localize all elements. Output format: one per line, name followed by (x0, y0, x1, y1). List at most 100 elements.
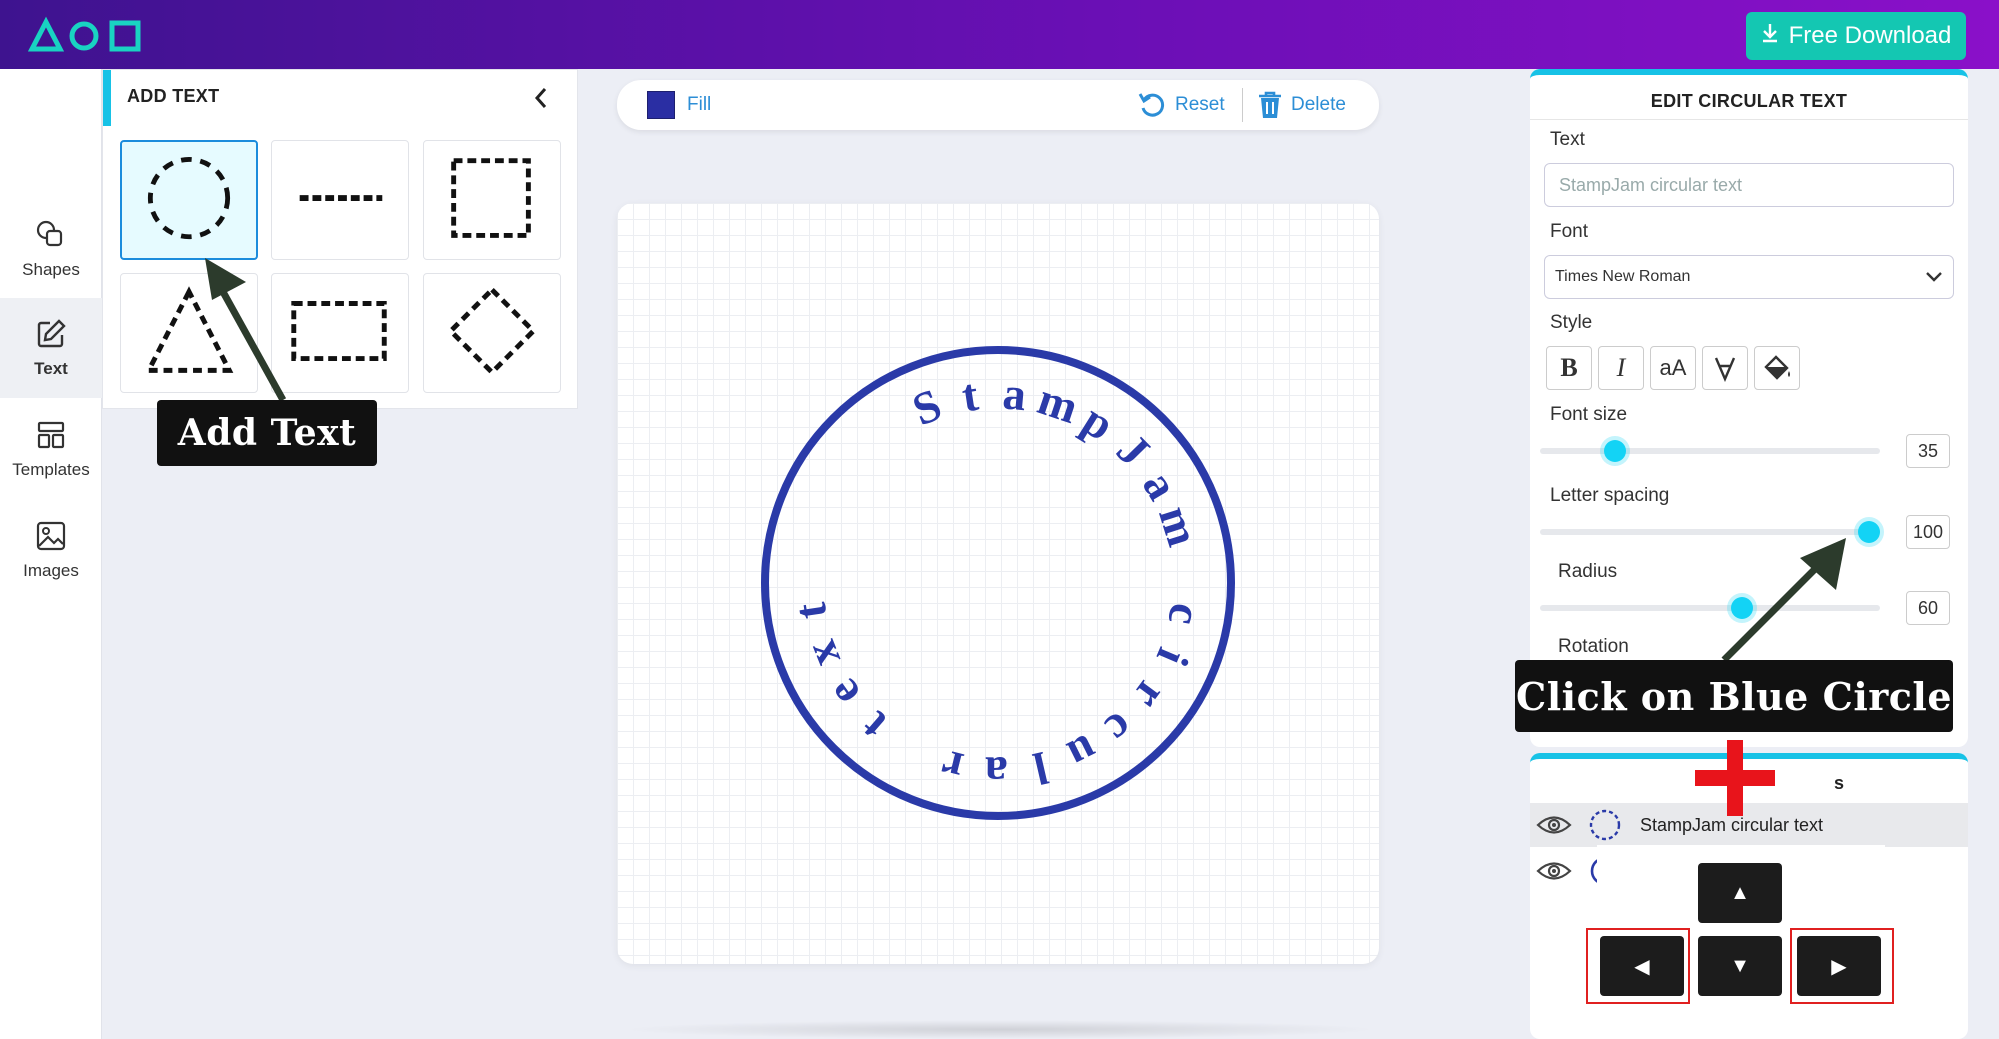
stamp-letter: S (905, 378, 948, 435)
flip-a-icon (1714, 357, 1736, 382)
layer-row[interactable]: StampJam circular text (1530, 803, 1968, 847)
rotation-label: Rotation (1558, 636, 1629, 657)
delete-button[interactable]: Delete (1257, 90, 1346, 120)
panel-accent (103, 70, 111, 126)
style-buttons: B I aA (1546, 346, 1800, 390)
sidebar-item-shapes[interactable]: Shapes (0, 199, 102, 299)
arrow-up-icon: ▲ (1730, 881, 1750, 904)
bold-button[interactable]: B (1546, 346, 1592, 390)
left-sidebar: Shapes Text Templates Images (0, 69, 102, 1039)
stamp-letter: u (1060, 724, 1106, 781)
download-icon (1761, 22, 1779, 51)
stamp-letter: i (1147, 641, 1199, 673)
stamp-letter: t (850, 702, 896, 751)
eye-icon[interactable] (1536, 858, 1572, 884)
font-size-label: Font size (1550, 404, 1628, 425)
radius-label: Radius (1558, 561, 1618, 582)
shape-tile-rectangle[interactable] (271, 273, 409, 393)
paint-bucket-icon (1764, 355, 1790, 380)
slider-knob[interactable] (1858, 521, 1880, 543)
stamp-letter: c (1096, 702, 1144, 754)
stamp-letter: t (959, 369, 982, 422)
stamp-letter: r (1124, 673, 1177, 720)
layer-label: StampJam circular text (1640, 814, 1824, 835)
style-label: Style (1550, 312, 1593, 333)
stamp-outer-ring (761, 346, 1235, 820)
canvas-shadow (620, 1020, 1380, 1039)
fill-label: Fill (687, 94, 712, 115)
sidebar-item-label: Templates (12, 460, 90, 479)
app-logo[interactable] (28, 16, 144, 54)
stamp-letter: l (1029, 742, 1053, 795)
font-label: Font (1550, 221, 1589, 242)
panel-title: ADD TEXT (127, 86, 220, 106)
move-up-button[interactable]: ▲ (1698, 863, 1782, 923)
chevron-down-icon (1926, 272, 1942, 282)
sidebar-item-label: Shapes (22, 260, 80, 279)
templates-icon (37, 421, 65, 449)
annotation-click-blue-circle: Click on Blue Circle (1515, 660, 1953, 732)
arrow-down-icon: ▼ (1730, 954, 1750, 977)
sidebar-item-images[interactable]: Images (0, 500, 102, 600)
panel-title: EDIT CIRCULAR TEXT (1650, 91, 1848, 111)
letter-spacing-label: Letter spacing (1550, 485, 1670, 506)
sidebar-item-label: Text (34, 359, 68, 378)
dashed-diamond-icon (447, 286, 537, 376)
move-down-button[interactable]: ▼ (1698, 936, 1782, 996)
stamp-letter: m (1032, 373, 1085, 434)
sidebar-item-label: Images (23, 561, 79, 580)
dashed-circle-icon (147, 156, 231, 240)
shape-tile-circle[interactable] (120, 140, 258, 260)
eye-icon[interactable] (1536, 812, 1572, 838)
shape-tile-diamond[interactable] (423, 273, 561, 393)
dashed-triangle-icon (144, 286, 234, 373)
free-download-button[interactable]: Free Download (1746, 12, 1966, 60)
reset-button[interactable]: Reset (1137, 90, 1225, 120)
design-canvas[interactable]: StampJamcirculartext (617, 203, 1379, 964)
font-select[interactable]: Times New Roman (1544, 255, 1954, 299)
letter-spacing-value[interactable]: 100 (1906, 515, 1950, 549)
panel-title: s (1833, 773, 1844, 793)
highlight-box-left (1586, 928, 1690, 1004)
flip-text-button[interactable] (1702, 346, 1748, 390)
stamp-letter: a (985, 747, 1008, 798)
trash-icon (1259, 91, 1281, 118)
fill-bucket-button[interactable] (1754, 346, 1800, 390)
reset-label: Reset (1175, 94, 1225, 115)
stamp-letter: e (817, 670, 870, 716)
circular-text-stamp[interactable]: St a mpJamcirculartext (617, 203, 1379, 964)
slider-knob[interactable] (1731, 597, 1753, 619)
stamp-letter: p (1074, 394, 1123, 451)
sidebar-item-templates[interactable]: Templates (0, 399, 102, 499)
edit-text-icon (37, 319, 66, 348)
radius-slider[interactable] (1540, 597, 1880, 619)
shape-tile-square[interactable] (423, 140, 561, 260)
letter-spacing-slider[interactable] (1540, 521, 1880, 543)
dashed-circle-thumbnail-icon (1589, 809, 1621, 841)
stamp-letter: a (1001, 367, 1028, 420)
dashed-rectangle-icon (291, 301, 387, 362)
shape-tile-line[interactable] (271, 140, 409, 260)
edit-circular-text-panel: EDIT CIRCULAR TEXT Text Font Times New R… (1530, 69, 1968, 747)
italic-button[interactable]: I (1598, 346, 1644, 390)
image-icon (36, 521, 66, 551)
font-size-value[interactable]: 35 (1906, 434, 1950, 468)
bold-icon: B (1560, 353, 1578, 382)
canvas-toolbar: Fill Reset Delete (617, 80, 1379, 130)
shape-tile-triangle[interactable] (120, 273, 258, 393)
top-bar: Free Download (0, 0, 1999, 69)
stamp-letter: t (784, 599, 837, 622)
add-text-panel: ADD TEXT (102, 69, 578, 409)
dashed-line-icon (299, 195, 383, 201)
collapse-panel-button[interactable] (523, 80, 559, 116)
circular-text-input[interactable] (1544, 163, 1954, 207)
font-size-slider[interactable] (1540, 440, 1880, 462)
text-case-button[interactable]: aA (1650, 346, 1696, 390)
italic-icon: I (1616, 353, 1626, 382)
fill-color-swatch[interactable] (647, 91, 675, 119)
sidebar-item-text[interactable]: Text (0, 298, 102, 398)
fill-button[interactable]: Fill (647, 91, 711, 119)
reset-icon (1138, 93, 1165, 117)
slider-knob[interactable] (1604, 440, 1626, 462)
radius-value[interactable]: 60 (1906, 591, 1950, 625)
